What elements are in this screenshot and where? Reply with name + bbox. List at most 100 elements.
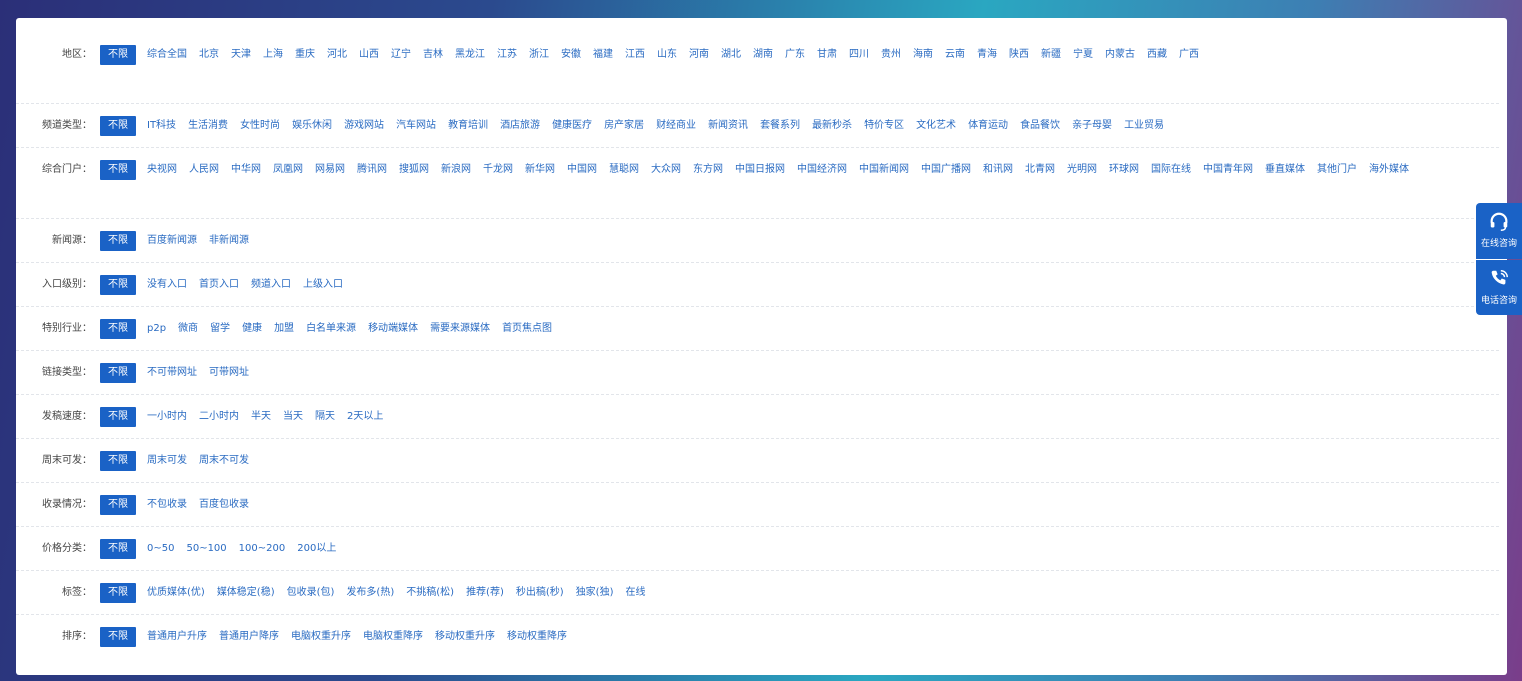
filter-option[interactable]: 亲子母婴 — [1066, 115, 1118, 137]
filter-option[interactable]: 浙江 — [523, 44, 555, 66]
filter-option[interactable]: 福建 — [587, 44, 619, 66]
filter-option[interactable]: 隔天 — [309, 406, 341, 428]
filter-option[interactable]: 和讯网 — [977, 159, 1019, 181]
filter-option[interactable]: 优质媒体(优) — [141, 582, 211, 604]
filter-option[interactable]: 青海 — [971, 44, 1003, 66]
filter-option[interactable]: 中国日报网 — [729, 159, 791, 181]
filter-option[interactable]: 移动权重降序 — [501, 626, 573, 648]
filter-option[interactable]: 一小时内 — [141, 406, 193, 428]
filter-option[interactable]: 财经商业 — [650, 115, 702, 137]
filter-option[interactable]: 山东 — [651, 44, 683, 66]
filter-option[interactable]: 腾讯网 — [351, 159, 393, 181]
filter-option[interactable]: 云南 — [939, 44, 971, 66]
filter-all-chip[interactable]: 不限 — [100, 363, 136, 383]
filter-option[interactable]: 周末不可发 — [193, 450, 255, 472]
filter-option[interactable]: 上级入口 — [297, 274, 349, 296]
filter-option[interactable]: 北京 — [193, 44, 225, 66]
filter-option[interactable]: 加盟 — [268, 318, 300, 340]
filter-option[interactable]: 频道入口 — [245, 274, 297, 296]
filter-option[interactable]: 女性时尚 — [234, 115, 286, 137]
filter-all-chip[interactable]: 不限 — [100, 116, 136, 136]
filter-option[interactable]: 游戏网站 — [338, 115, 390, 137]
filter-option[interactable]: 生活消费 — [182, 115, 234, 137]
filter-option[interactable]: 千龙网 — [477, 159, 519, 181]
filter-option[interactable]: 汽车网站 — [390, 115, 442, 137]
filter-all-chip[interactable]: 不限 — [100, 627, 136, 647]
filter-option[interactable]: 中华网 — [225, 159, 267, 181]
filter-option[interactable]: 安徽 — [555, 44, 587, 66]
filter-option[interactable]: 东方网 — [687, 159, 729, 181]
filter-option[interactable]: 0~50 — [141, 538, 180, 560]
filter-option[interactable]: 特价专区 — [858, 115, 910, 137]
filter-option[interactable]: 推荐(荐) — [460, 582, 510, 604]
filter-option[interactable]: 重庆 — [289, 44, 321, 66]
filter-option[interactable]: 百度包收录 — [193, 494, 255, 516]
filter-option[interactable]: 四川 — [843, 44, 875, 66]
filter-option[interactable]: 200以上 — [291, 538, 342, 560]
filter-option[interactable]: 江西 — [619, 44, 651, 66]
filter-option[interactable]: 其他门户 — [1311, 159, 1363, 181]
filter-option[interactable]: 100~200 — [233, 538, 292, 560]
filter-option[interactable]: 新疆 — [1035, 44, 1067, 66]
filter-option[interactable]: 中国青年网 — [1197, 159, 1259, 181]
filter-option[interactable]: 搜狐网 — [393, 159, 435, 181]
filter-option[interactable]: 广东 — [779, 44, 811, 66]
filter-option[interactable]: 当天 — [277, 406, 309, 428]
filter-option[interactable]: 可带网址 — [203, 362, 255, 384]
filter-option[interactable]: 房产家居 — [598, 115, 650, 137]
filter-option[interactable]: 新华网 — [519, 159, 561, 181]
filter-option[interactable]: 湖南 — [747, 44, 779, 66]
filter-option[interactable]: 央视网 — [141, 159, 183, 181]
filter-option[interactable]: 凤凰网 — [267, 159, 309, 181]
filter-option[interactable]: 需要来源媒体 — [424, 318, 496, 340]
phone-consult-button[interactable]: 电话咨询 — [1476, 260, 1522, 315]
filter-option[interactable]: 广西 — [1173, 44, 1205, 66]
filter-option[interactable]: 包收录(包) — [281, 582, 341, 604]
filter-option[interactable]: 不可带网址 — [141, 362, 203, 384]
filter-option[interactable]: 新浪网 — [435, 159, 477, 181]
filter-option[interactable]: 国际在线 — [1145, 159, 1197, 181]
filter-option[interactable]: 网易网 — [309, 159, 351, 181]
filter-option[interactable]: 中国新闻网 — [853, 159, 915, 181]
filter-option[interactable]: p2p — [141, 318, 172, 340]
filter-all-chip[interactable]: 不限 — [100, 407, 136, 427]
filter-option[interactable]: 不包收录 — [141, 494, 193, 516]
filter-option[interactable]: 甘肃 — [811, 44, 843, 66]
filter-option[interactable]: 体育运动 — [962, 115, 1014, 137]
filter-option[interactable]: 秒出稿(秒) — [510, 582, 570, 604]
filter-option[interactable]: 综合全国 — [141, 44, 193, 66]
filter-all-chip[interactable]: 不限 — [100, 539, 136, 559]
filter-option[interactable]: 湖北 — [715, 44, 747, 66]
filter-option[interactable]: 酒店旅游 — [494, 115, 546, 137]
filter-option[interactable]: 慧聪网 — [603, 159, 645, 181]
filter-option[interactable]: 天津 — [225, 44, 257, 66]
filter-option[interactable]: 食品餐饮 — [1014, 115, 1066, 137]
filter-option[interactable]: 江苏 — [491, 44, 523, 66]
filter-option[interactable]: 文化艺术 — [910, 115, 962, 137]
filter-option[interactable]: 北青网 — [1019, 159, 1061, 181]
filter-all-chip[interactable]: 不限 — [100, 275, 136, 295]
filter-option[interactable]: 海外媒体 — [1363, 159, 1415, 181]
filter-option[interactable]: 留学 — [204, 318, 236, 340]
filter-all-chip[interactable]: 不限 — [100, 583, 136, 603]
filter-option[interactable]: 陕西 — [1003, 44, 1035, 66]
filter-option[interactable]: 移动端媒体 — [362, 318, 424, 340]
filter-option[interactable]: 在线 — [620, 582, 652, 604]
filter-option[interactable]: 没有入口 — [141, 274, 193, 296]
filter-option[interactable]: 百度新闻源 — [141, 230, 203, 252]
filter-option[interactable]: 发布多(热) — [340, 582, 400, 604]
filter-option[interactable]: 工业贸易 — [1118, 115, 1170, 137]
filter-option[interactable]: 光明网 — [1061, 159, 1103, 181]
filter-option[interactable]: 健康 — [236, 318, 268, 340]
filter-option[interactable]: 电脑权重升序 — [285, 626, 357, 648]
filter-option[interactable]: 大众网 — [645, 159, 687, 181]
filter-option[interactable]: 媒体稳定(稳) — [211, 582, 281, 604]
filter-option[interactable]: 普通用户降序 — [213, 626, 285, 648]
filter-option[interactable]: 50~100 — [180, 538, 232, 560]
filter-option[interactable]: 内蒙古 — [1099, 44, 1141, 66]
filter-option[interactable]: 娱乐休闲 — [286, 115, 338, 137]
filter-option[interactable]: 中国网 — [561, 159, 603, 181]
filter-option[interactable]: 环球网 — [1103, 159, 1145, 181]
filter-option[interactable]: 上海 — [257, 44, 289, 66]
filter-option[interactable]: IT科技 — [141, 115, 182, 137]
